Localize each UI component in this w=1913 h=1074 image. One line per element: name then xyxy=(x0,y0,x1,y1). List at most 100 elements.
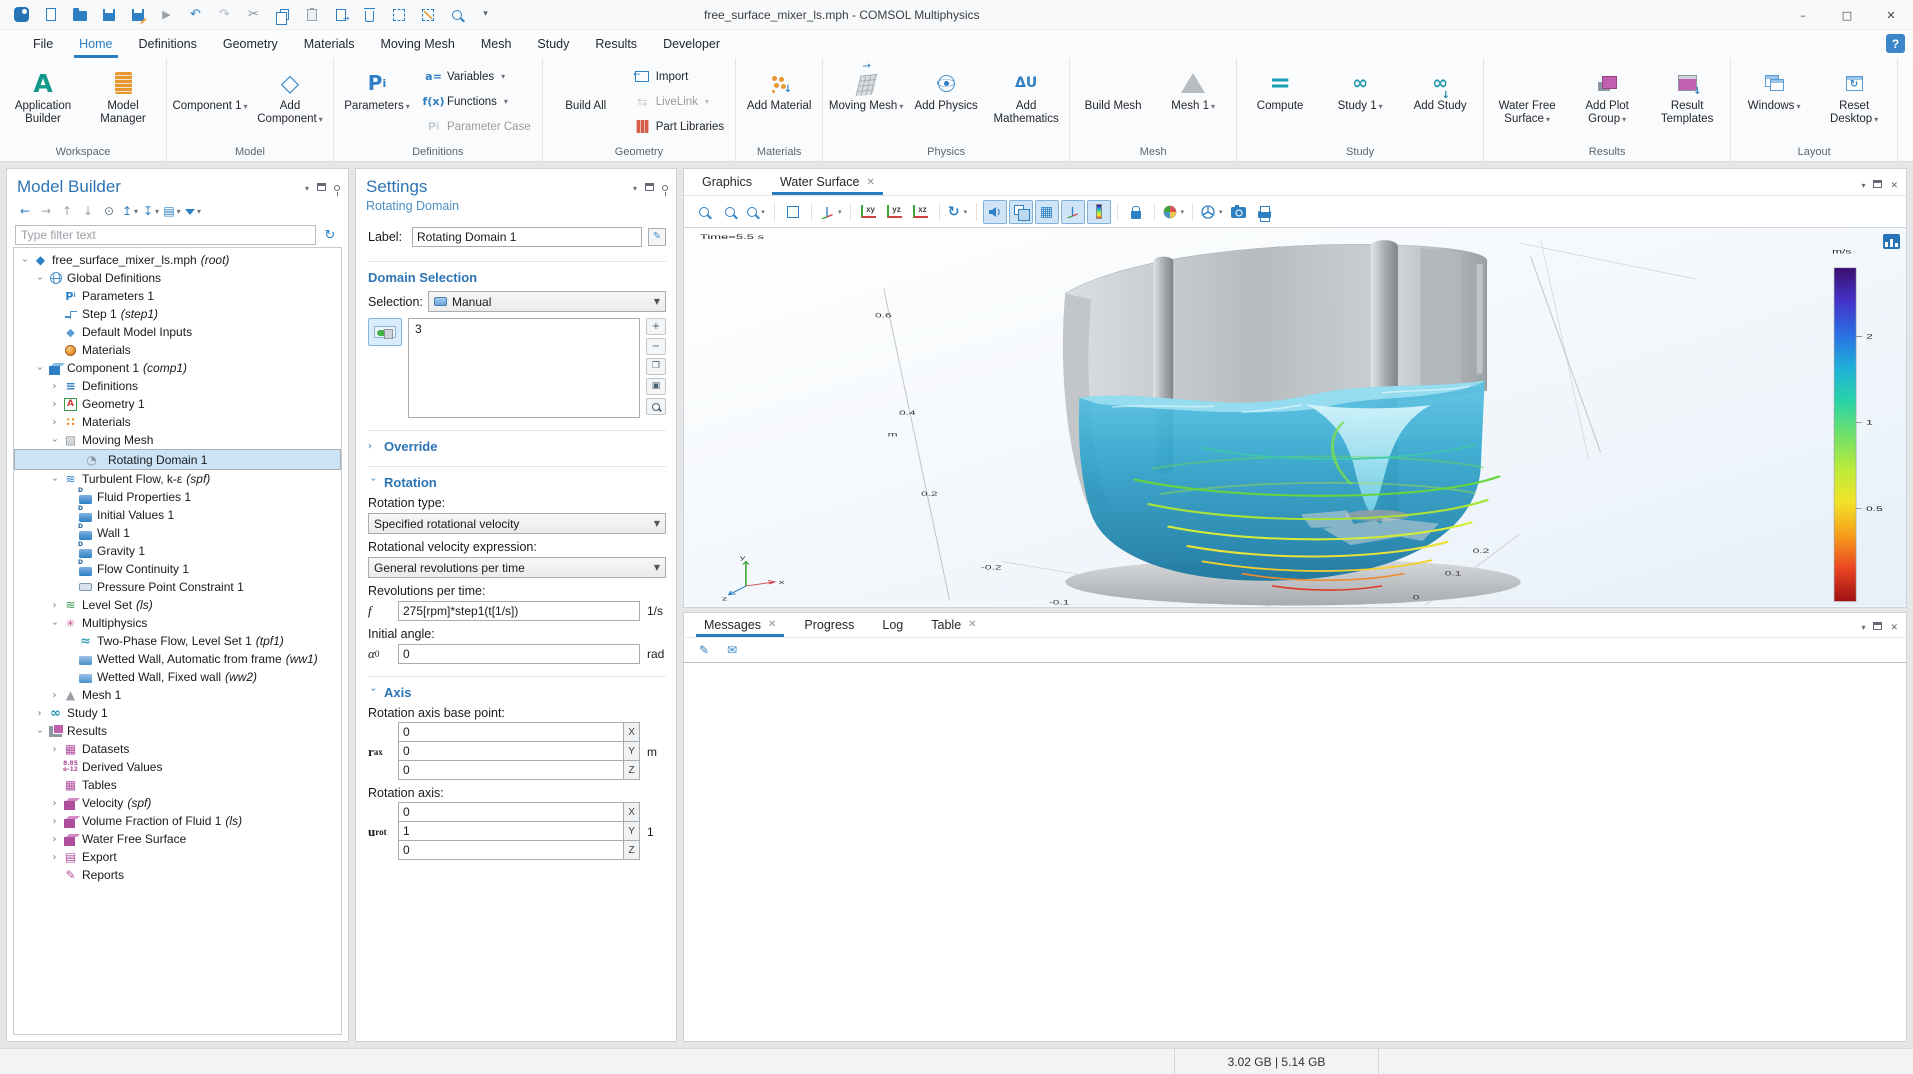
eye-button[interactable]: ⊙ xyxy=(99,201,119,221)
base-rows-z-input[interactable] xyxy=(398,760,624,780)
expand-chevron-icon[interactable]: › xyxy=(34,725,45,738)
rotation-type-dropdown[interactable]: Specified rotational velocity▼ xyxy=(368,513,666,534)
active-toggle-button[interactable] xyxy=(368,318,402,346)
pin-panel-button[interactable] xyxy=(334,180,340,194)
menu-tab-file[interactable]: File xyxy=(20,30,66,58)
view-xz-button[interactable]: xz xyxy=(909,200,933,224)
parameters-button[interactable]: PiParameters▾ xyxy=(338,60,416,143)
add-material-button[interactable]: Add Material xyxy=(740,60,818,143)
expand-chevron-icon[interactable]: › xyxy=(48,816,61,827)
list-up-button[interactable]: ↥▾ xyxy=(120,201,140,221)
axis-rows-x-input[interactable] xyxy=(398,802,624,822)
dropdown-panel-button[interactable]: ▾ xyxy=(305,180,309,194)
tree-item-step-1-step1[interactable]: Step 1(step1) xyxy=(14,305,341,323)
graphics-tab-graphics[interactable]: Graphics xyxy=(688,169,766,195)
tree-item-definitions[interactable]: ›≡Definitions xyxy=(14,377,341,395)
refresh-button[interactable]: ↻ xyxy=(320,225,340,245)
moving-mesh-button[interactable]: Moving Mesh▾ xyxy=(827,60,905,143)
import-button[interactable]: Import xyxy=(631,66,727,88)
copy-selection-button[interactable]: ❐ xyxy=(646,358,666,375)
tree-item-reports[interactable]: ✎Reports xyxy=(14,866,341,884)
tree-item-materials[interactable]: ›∷Materials xyxy=(14,413,341,431)
tree-item-water-free-surface[interactable]: ›Water Free Surface xyxy=(14,830,341,848)
envelope-button[interactable]: ✉ xyxy=(722,640,742,660)
tree-item-mesh-1[interactable]: ›▲Mesh 1 xyxy=(14,686,341,704)
remove-selection-button[interactable]: − xyxy=(646,338,666,355)
arrow-up-button[interactable]: ↑ xyxy=(57,201,77,221)
expand-chevron-icon[interactable]: › xyxy=(49,473,60,486)
tree-item-turbulent-flow-k-spf[interactable]: ›≋Turbulent Flow, k-ε(spf) xyxy=(14,470,341,488)
plot-window-icon[interactable] xyxy=(1883,234,1900,249)
zoom-in-button[interactable] xyxy=(692,200,716,224)
save-as-button[interactable] xyxy=(124,3,151,27)
axis-section-header[interactable]: › Axis xyxy=(368,676,666,700)
zoom-box-button[interactable]: ▾ xyxy=(744,200,768,224)
menu-tab-developer[interactable]: Developer xyxy=(650,30,733,58)
model-manager-button[interactable]: Model Manager xyxy=(84,60,162,143)
arrow-right-button[interactable]: → xyxy=(36,201,56,221)
expand-chevron-icon[interactable]: › xyxy=(48,381,61,392)
run-button[interactable]: ▶ xyxy=(153,3,180,27)
menu-tab-study[interactable]: Study xyxy=(524,30,582,58)
maximize-button[interactable]: □ xyxy=(1825,0,1869,30)
expand-chevron-icon[interactable]: › xyxy=(34,272,45,285)
close-tab-icon[interactable]: ✕ xyxy=(768,619,776,630)
screenshot-button[interactable] xyxy=(1227,200,1251,224)
initial-angle-input[interactable] xyxy=(398,644,640,664)
expand-chevron-icon[interactable]: › xyxy=(49,617,60,630)
close-x-panel-button[interactable]: ✕ xyxy=(1890,177,1898,191)
tree-item-datasets[interactable]: ›▦Datasets xyxy=(14,740,341,758)
wireframe-grid-button[interactable]: ▦ xyxy=(1035,200,1059,224)
revolutions-input[interactable] xyxy=(398,601,640,621)
toolbar-options-button[interactable]: ▾ xyxy=(472,3,499,27)
float-panel-button[interactable] xyxy=(1873,177,1882,191)
pencil-button[interactable]: ✎ xyxy=(694,640,714,660)
tree-item-moving-mesh[interactable]: ›▨Moving Mesh xyxy=(14,431,341,449)
dropdown-panel-button[interactable]: ▾ xyxy=(633,180,637,194)
reset-desktop-button[interactable]: ↻Reset Desktop▾ xyxy=(1815,60,1893,143)
tree-item-wetted-wall-fixed-wall-ww2[interactable]: Wetted Wall, Fixed wall(ww2) xyxy=(14,668,341,686)
axis-rows-z-input[interactable] xyxy=(398,840,624,860)
base-rows-y-input[interactable] xyxy=(398,741,624,761)
tree-item-multiphysics[interactable]: ›✳Multiphysics xyxy=(14,614,341,632)
rotate-view-button[interactable]: ↻▾ xyxy=(946,200,970,224)
tree-item-fluid-properties-1[interactable]: Fluid Properties 1 xyxy=(14,488,341,506)
add-physics-button[interactable]: Add Physics xyxy=(907,60,985,143)
expand-chevron-icon[interactable]: › xyxy=(48,798,61,809)
menu-tab-mesh[interactable]: Mesh xyxy=(468,30,525,58)
view-yz-button[interactable]: yz xyxy=(883,200,907,224)
study-1-button[interactable]: ∞Study 1▾ xyxy=(1321,60,1399,143)
functions-button[interactable]: f(x)Functions▾ xyxy=(422,91,534,113)
paste-selection-button[interactable]: ▣ xyxy=(646,378,666,395)
expand-chevron-icon[interactable]: › xyxy=(19,254,30,267)
compute-button[interactable]: =Compute xyxy=(1241,60,1319,143)
sound-button[interactable] xyxy=(983,200,1007,224)
messages-tab-table[interactable]: Table✕ xyxy=(917,613,990,637)
tree-item-materials[interactable]: Materials xyxy=(14,341,341,359)
expand-chevron-icon[interactable]: › xyxy=(48,399,61,410)
zoom-out-button[interactable] xyxy=(718,200,742,224)
zoom-extents-button[interactable] xyxy=(781,200,805,224)
cut-button[interactable]: ✂ xyxy=(240,3,267,27)
pin-panel-button[interactable] xyxy=(662,180,668,194)
menu-tab-definitions[interactable]: Definitions xyxy=(126,30,210,58)
rename-icon[interactable]: ✎ xyxy=(648,228,666,246)
arrow-left-button[interactable]: ← xyxy=(15,201,35,221)
tree-item-level-set-ls[interactable]: ›≋Level Set(ls) xyxy=(14,596,341,614)
tree-item-volume-fraction-of-fluid-1-ls[interactable]: ›Volume Fraction of Fluid 1(ls) xyxy=(14,812,341,830)
expand-chevron-icon[interactable]: › xyxy=(33,708,46,719)
clear-selection-button[interactable] xyxy=(414,3,441,27)
arrow-down-button[interactable]: ↓ xyxy=(78,201,98,221)
expand-chevron-icon[interactable]: › xyxy=(34,362,45,375)
component-1-button[interactable]: Component 1▾ xyxy=(171,60,249,143)
application-builder-button[interactable]: AApplication Builder xyxy=(4,60,82,143)
close-tab-icon[interactable]: ✕ xyxy=(968,619,976,630)
tree-item-derived-values[interactable]: 8.85e-12Derived Values xyxy=(14,758,341,776)
new-file-button[interactable] xyxy=(37,3,64,27)
color-legend-button[interactable] xyxy=(1087,200,1111,224)
expand-chevron-icon[interactable]: › xyxy=(48,600,61,611)
tree-item-export[interactable]: ›▤Export xyxy=(14,848,341,866)
part-libraries-button[interactable]: Part Libraries xyxy=(631,116,727,138)
lock-button[interactable] xyxy=(1124,200,1148,224)
close-button[interactable]: ✕ xyxy=(1869,0,1913,30)
